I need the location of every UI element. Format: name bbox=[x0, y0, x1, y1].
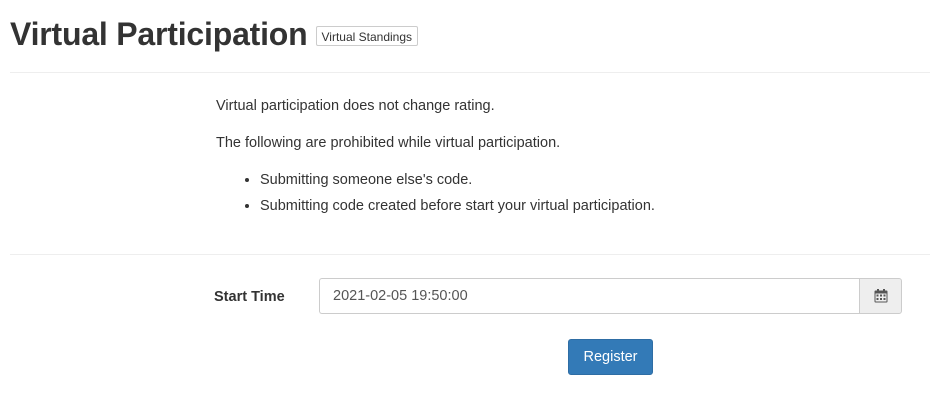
start-time-label: Start Time bbox=[214, 289, 285, 305]
prohibited-note: The following are prohibited while virtu… bbox=[216, 135, 561, 151]
list-item: Submitting someone else's code. bbox=[260, 170, 916, 190]
calendar-icon bbox=[874, 289, 887, 303]
title-row: Virtual Participation Virtual Standings bbox=[10, 12, 419, 56]
list-item: Submitting code created before start you… bbox=[260, 196, 916, 216]
register-button[interactable]: Register bbox=[568, 339, 653, 375]
divider bbox=[10, 72, 930, 73]
calendar-button[interactable] bbox=[859, 278, 902, 314]
start-time-input[interactable] bbox=[319, 278, 859, 314]
rules-notes: Virtual participation does not change ra… bbox=[216, 96, 916, 222]
virtual-standings-button[interactable]: Virtual Standings bbox=[315, 26, 419, 46]
page-title: Virtual Participation bbox=[10, 16, 308, 52]
prohibited-list: Submitting someone else's code. Submitti… bbox=[216, 170, 916, 216]
rating-note: Virtual participation does not change ra… bbox=[216, 98, 495, 114]
divider bbox=[10, 254, 930, 255]
start-time-group bbox=[319, 278, 902, 314]
virtual-participation-page: Virtual Participation Virtual Standings … bbox=[0, 0, 930, 407]
